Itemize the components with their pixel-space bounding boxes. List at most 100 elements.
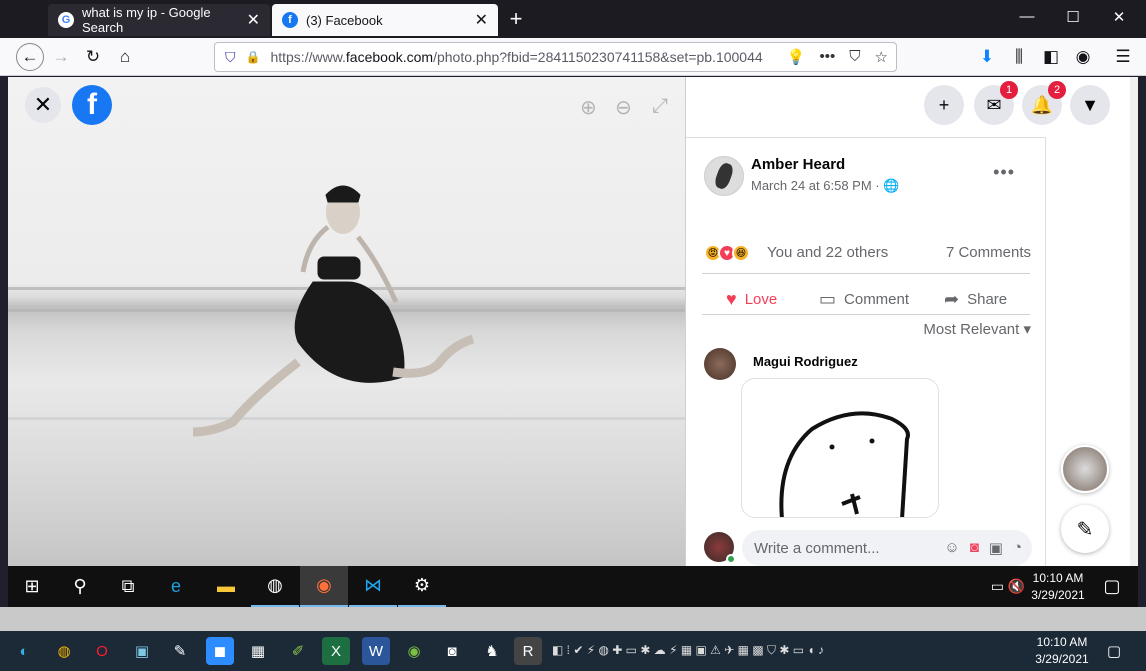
lock-icon[interactable]: 🔒 (246, 50, 261, 64)
account-icon[interactable]: ◉ (1072, 46, 1094, 68)
tab-title: (3) Facebook (306, 12, 383, 28)
edge-icon[interactable]: ◐ (10, 637, 38, 665)
minimize-button[interactable]: — (1012, 8, 1042, 25)
remote-app-icon[interactable]: R (514, 637, 542, 665)
calculator-icon[interactable]: ▦ (244, 637, 272, 665)
green-app-icon[interactable]: ◉ (400, 637, 428, 665)
maximize-button[interactable]: ☐ (1058, 8, 1088, 26)
chrome-icon[interactable]: ◍ (50, 637, 78, 665)
share-button[interactable]: ➦ Share (944, 285, 1007, 313)
comment-input[interactable]: Write a comment... ☺ ◙ ▣ ◔ (742, 530, 1032, 566)
messenger-icon: ✉ (986, 94, 1002, 115)
chat-head[interactable] (1061, 445, 1109, 493)
new-message-button[interactable]: ✎ (1061, 505, 1109, 553)
close-icon[interactable]: ✕ (247, 10, 260, 30)
system-tray-icons[interactable]: ◧ ⁞ ✔ ⚡ ◍ ✚ ▭ ✱ ☁ ⚡ ▦ ▣ ⚠ ✈ ▦ ▩ ⛉ ✱ ▭ ◖ … (552, 643, 952, 658)
pocket-icon[interactable]: ⛉ (849, 48, 860, 66)
comment-sticker[interactable] (741, 378, 939, 518)
chrome-icon[interactable]: ◍ (251, 566, 299, 607)
back-arrow-icon[interactable]: ← (16, 43, 44, 71)
library-icon[interactable]: ⫼ (1008, 46, 1030, 68)
camera-icon[interactable]: ◙ (970, 539, 979, 557)
outer-clock[interactable]: 10:10 AM 3/29/2021 (1032, 634, 1092, 668)
lightbulb-icon[interactable]: 💡 (787, 48, 806, 66)
page-content: ✕ f ⊕ ⊖ ⤢ + ✉ 1 🔔 2 ▼ Amber Heard March … (8, 77, 1138, 566)
close-photo-button[interactable]: ✕ (25, 87, 61, 123)
comment-count[interactable]: 7 Comments (946, 244, 1031, 261)
comment-placeholder: Write a comment... (754, 539, 880, 557)
navigation-toolbar: ← → ↻ ⌂ ⛉ 🔒 https://www.facebook.com/pho… (0, 38, 1146, 76)
file-explorer-icon[interactable]: ▬ (202, 566, 250, 607)
download-icon[interactable]: ⬇ (976, 46, 998, 68)
close-window-button[interactable]: ✕ (1104, 8, 1134, 26)
tab-google-search[interactable]: G what is my ip - Google Search ✕ (48, 4, 270, 36)
create-button[interactable]: + (924, 85, 964, 125)
firefox-icon[interactable]: ◉ (300, 566, 348, 607)
more-actions-icon[interactable]: ••• (820, 48, 836, 66)
divider (702, 314, 1030, 315)
sticker-icon[interactable]: ◔ (1013, 539, 1022, 557)
tracking-shield-icon[interactable]: ⛉ (225, 49, 236, 66)
messenger-button[interactable]: ✉ 1 (974, 81, 1018, 125)
post-timestamp[interactable]: March 24 at 6:58 PM · 🌐 (751, 178, 899, 194)
account-menu-button[interactable]: ▼ (1070, 85, 1110, 125)
reaction-summary[interactable]: You and 22 others (767, 244, 888, 261)
notepad-icon[interactable]: ✐ (284, 637, 312, 665)
home-icon[interactable]: ⌂ (114, 46, 136, 68)
gif-icon[interactable]: ▣ (989, 539, 1003, 557)
reload-icon[interactable]: ↻ (82, 46, 104, 68)
hamburger-menu-icon[interactable]: ☰ (1112, 46, 1134, 68)
haha-react-icon: 😆 (732, 244, 750, 262)
zoom-in-icon[interactable]: ⊕ (580, 95, 597, 120)
page-scrollbar[interactable] (1130, 77, 1138, 566)
url-text[interactable]: https://www.facebook.com/photo.php?fbid=… (270, 49, 780, 65)
notifications-button[interactable]: 🔔 2 (1022, 81, 1066, 125)
inner-clock[interactable]: 10:10 AM 3/29/2021 (1030, 570, 1086, 604)
google-icon: G (58, 12, 74, 28)
remote-desktop-icon[interactable]: ▣ (128, 637, 156, 665)
author-avatar[interactable] (704, 156, 744, 196)
inkscape-icon[interactable]: ♞ (478, 637, 506, 665)
zoom-out-icon[interactable]: ⊖ (615, 95, 632, 120)
windows-start-icon[interactable]: ⊞ (8, 566, 56, 607)
love-button[interactable]: ♥ Love (726, 285, 777, 313)
post-options-button[interactable]: ••• (993, 162, 1015, 183)
compose-icon: ✎ (1076, 518, 1094, 541)
zoom-icon[interactable]: ◼ (206, 637, 234, 665)
comment-button[interactable]: ▭ Comment (819, 285, 909, 313)
commenter-avatar[interactable] (704, 348, 736, 380)
task-view-icon[interactable]: ⧉ (104, 566, 152, 607)
word-icon[interactable]: W (362, 637, 390, 665)
bookmark-star-icon[interactable]: ☆ (875, 48, 888, 66)
facebook-logo[interactable]: f (72, 85, 112, 125)
emoji-icon[interactable]: ☺ (944, 539, 959, 557)
inner-time: 10:10 AM (1032, 571, 1084, 585)
new-tab-button[interactable]: + (504, 6, 528, 32)
url-bar[interactable]: ⛉ 🔒 https://www.facebook.com/photo.php?f… (214, 42, 897, 72)
outer-taskbar: ◐ ◍ O ▣ ✎ ◼ ▦ ✐ X W ◉ ◙ ♞ R ◧ ⁞ ✔ ⚡ ◍ ✚ … (0, 631, 1146, 671)
inner-date: 3/29/2021 (1031, 588, 1085, 602)
sidebar-icon[interactable]: ◧ (1040, 46, 1062, 68)
forward-arrow-icon[interactable]: → (50, 46, 72, 68)
close-icon[interactable]: ✕ (475, 10, 488, 30)
excel-icon[interactable]: X (322, 637, 350, 665)
comment-label: Comment (844, 290, 910, 308)
tab-facebook[interactable]: f (3) Facebook ✕ (272, 4, 498, 36)
internet-explorer-icon[interactable]: e (152, 566, 200, 607)
vscode-icon[interactable]: ⋈ (349, 566, 397, 607)
fullscreen-icon[interactable]: ⤢ (652, 95, 668, 118)
opera-icon[interactable]: O (88, 637, 116, 665)
photo-viewer[interactable]: ✕ f ⊕ ⊖ ⤢ (8, 77, 685, 566)
editor-icon[interactable]: ✎ (166, 637, 194, 665)
tray-icons[interactable]: ▭ 🔇 (978, 566, 1038, 607)
search-icon[interactable]: ⚲ (56, 566, 104, 607)
comment-sort-dropdown[interactable]: Most Relevant ▾ (923, 320, 1031, 338)
facebook-icon: f (282, 12, 298, 28)
author-name[interactable]: Amber Heard (751, 156, 845, 173)
action-center-icon[interactable]: ▢ (1088, 566, 1136, 607)
reaction-icons[interactable]: 😡 ♥ 😆 (704, 244, 750, 262)
camera-app-icon[interactable]: ◙ (438, 637, 466, 665)
commenter-name[interactable]: Magui Rodriguez (753, 354, 858, 369)
settings-gear-icon[interactable]: ⚙ (398, 566, 446, 607)
notification-icon[interactable]: ▢ (1100, 637, 1128, 665)
